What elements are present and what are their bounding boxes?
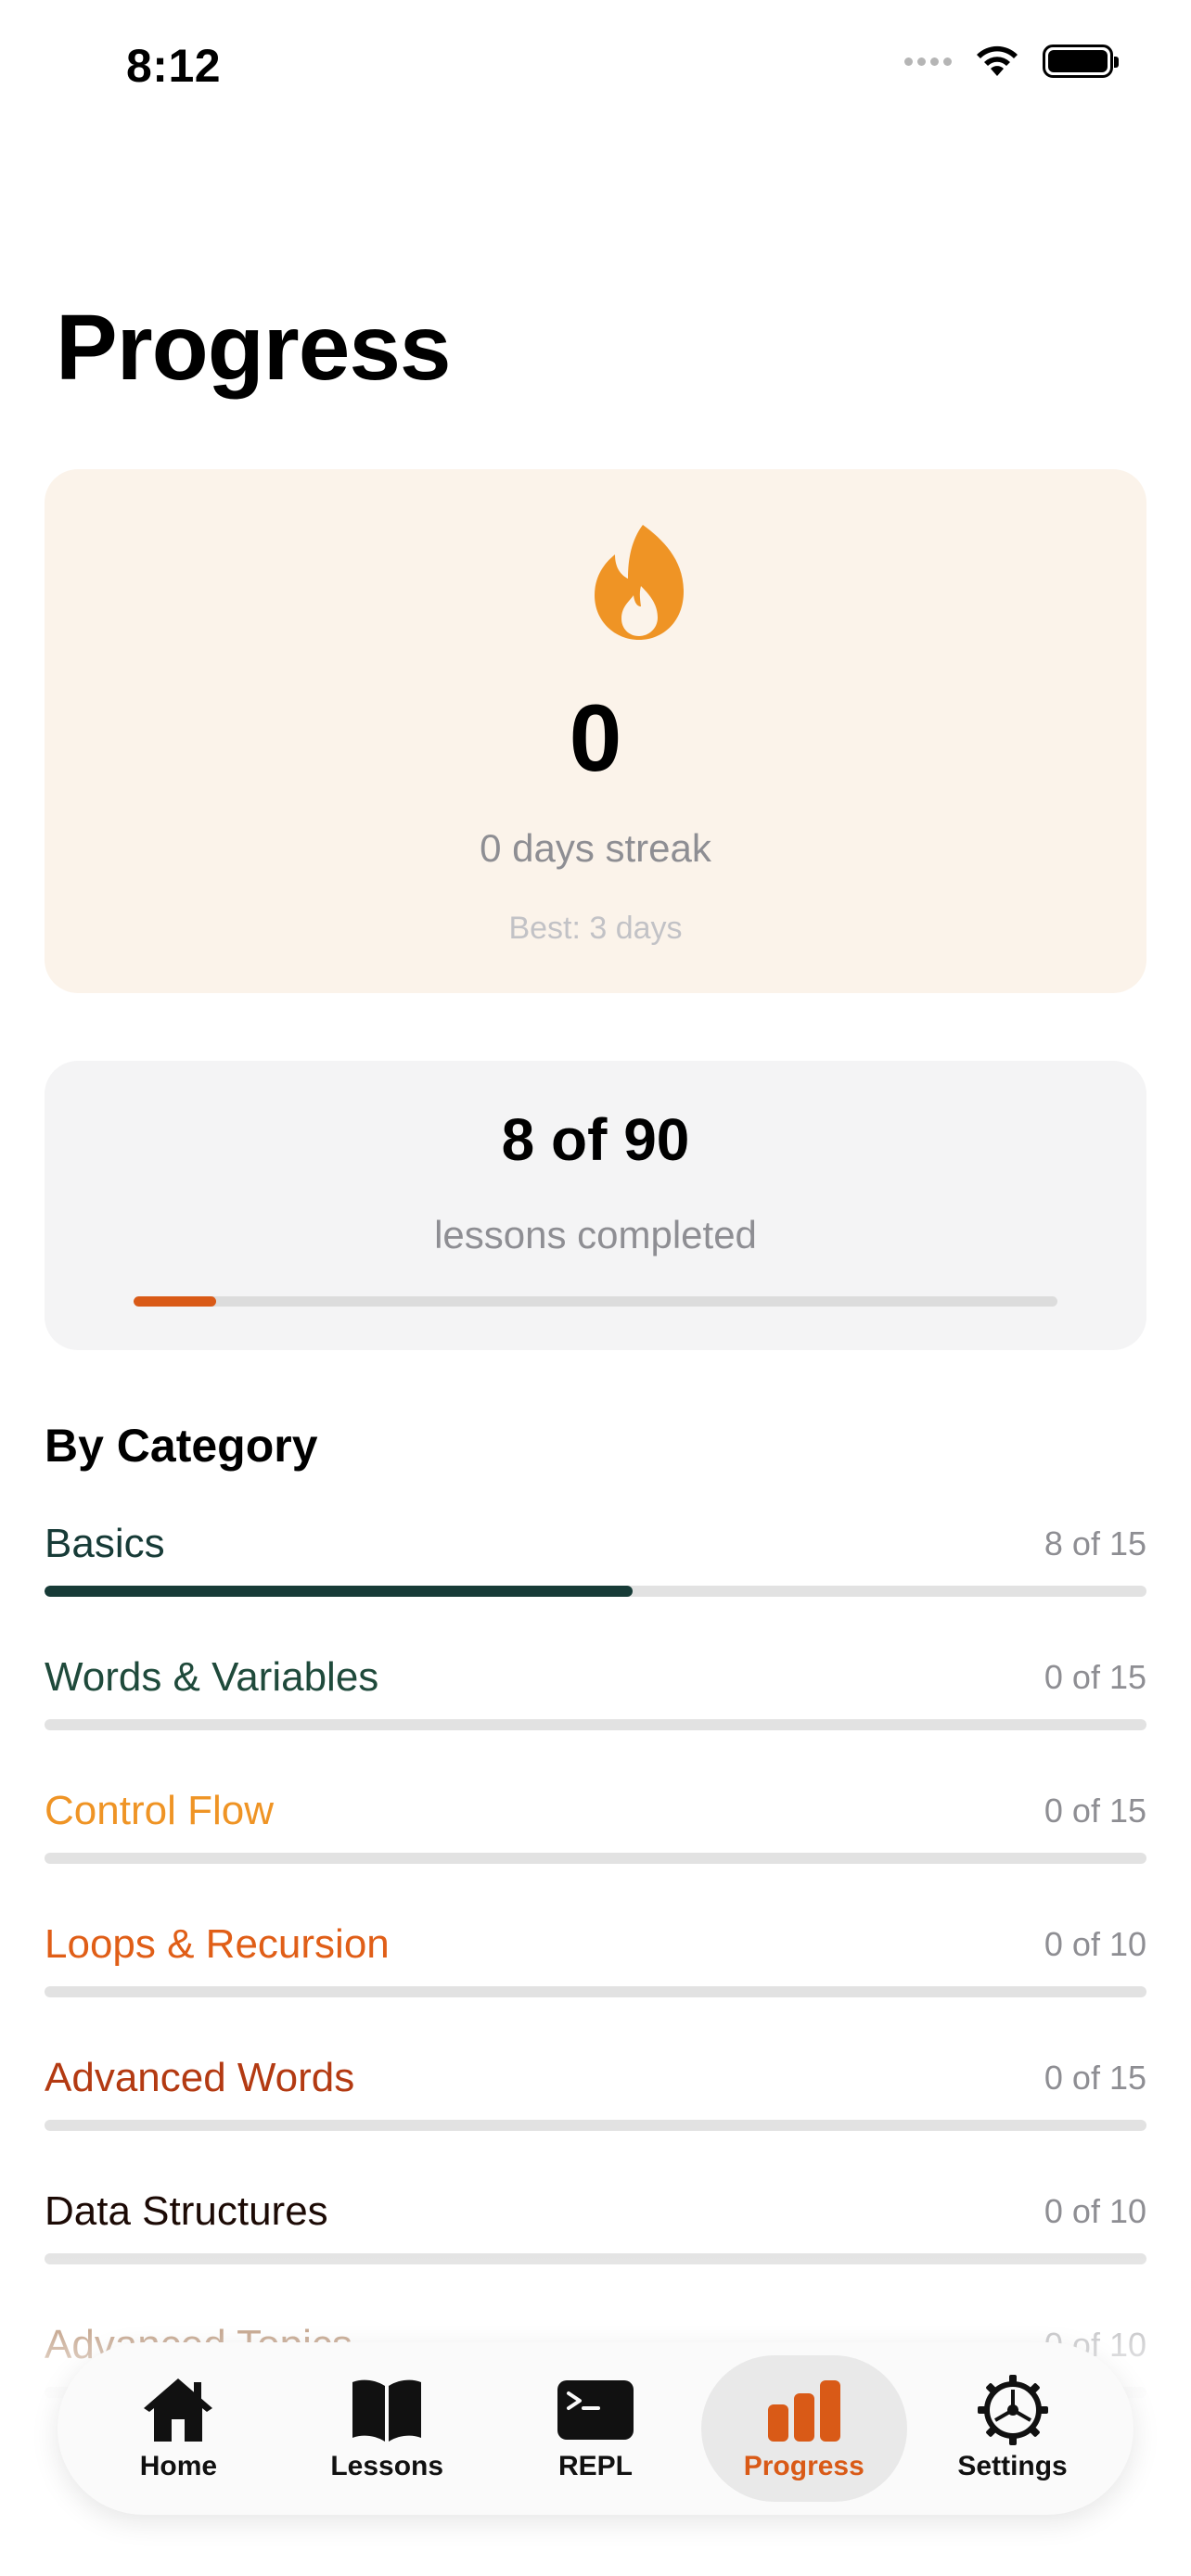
tab-repl[interactable]: REPL <box>493 2355 698 2502</box>
category-row: Basics 8 of 15 <box>45 1515 1146 1649</box>
streak-count: 0 <box>569 685 622 791</box>
wifi-icon <box>977 45 1018 76</box>
category-count: 0 of 15 <box>1044 2059 1146 2097</box>
status-bar: 8:12 <box>0 0 1191 130</box>
house-icon <box>144 2378 213 2442</box>
category-count: 0 of 10 <box>1044 1925 1146 1963</box>
category-count: 0 of 15 <box>1044 1792 1146 1830</box>
gear-icon <box>977 2375 1048 2445</box>
category-progress-bar <box>45 1586 1146 1597</box>
category-count: 0 of 15 <box>1044 1658 1146 1696</box>
category-progress-bar <box>45 1719 1146 1730</box>
tab-label: Settings <box>957 2451 1068 2481</box>
category-title: By Category <box>45 1420 318 1472</box>
category-progress-bar <box>45 2120 1146 2131</box>
category-row: Control Flow 0 of 15 <box>45 1782 1146 1916</box>
status-time: 8:12 <box>126 40 222 92</box>
book-icon <box>352 2379 422 2442</box>
category-progress-bar <box>45 2253 1146 2264</box>
lessons-count: 8 of 90 <box>501 1106 690 1173</box>
streak-card: 0 0 days streak Best: 3 days <box>45 469 1146 993</box>
category-name: Loops & Recursion <box>45 1921 390 1967</box>
tab-home[interactable]: Home <box>75 2355 281 2502</box>
category-count: 0 of 10 <box>1044 2192 1146 2230</box>
category-progress-fill <box>45 1586 633 1597</box>
tab-bar: Home Lessons REPL Progress Settings <box>58 2342 1133 2515</box>
category-name: Words & Variables <box>45 1654 379 1700</box>
lessons-card: 8 of 90 lessons completed <box>45 1061 1146 1350</box>
category-progress-bar <box>45 1853 1146 1864</box>
tab-settings[interactable]: Settings <box>910 2355 1116 2502</box>
category-name: Control Flow <box>45 1788 274 1833</box>
tab-label: Lessons <box>330 2451 444 2481</box>
streak-best: Best: 3 days <box>508 911 683 946</box>
status-icons <box>904 43 1119 80</box>
page-title: Progress <box>56 296 452 400</box>
tab-progress[interactable]: Progress <box>700 2355 907 2502</box>
tab-lessons[interactable]: Lessons <box>284 2355 490 2502</box>
battery-icon <box>1043 45 1119 78</box>
category-row: Data Structures 0 of 10 <box>45 2183 1146 2316</box>
category-row: Loops & Recursion 0 of 10 <box>45 1916 1146 2049</box>
tab-label: Home <box>139 2451 218 2481</box>
chart-bar-icon <box>767 2380 840 2442</box>
category-row: Advanced Words 0 of 15 <box>45 2049 1146 2183</box>
tab-label: REPL <box>557 2451 633 2481</box>
category-name: Advanced Words <box>45 2055 355 2100</box>
category-row: Words & Variables 0 of 15 <box>45 1649 1146 1782</box>
streak-label: 0 days streak <box>480 826 711 870</box>
lessons-progress-fill <box>134 1296 216 1307</box>
lessons-label: lessons completed <box>434 1213 757 1256</box>
category-progress-bar <box>45 1986 1146 1997</box>
terminal-icon <box>557 2380 634 2440</box>
category-count: 8 of 15 <box>1044 1524 1146 1562</box>
category-name: Basics <box>45 1521 165 1566</box>
category-name: Data Structures <box>45 2188 328 2234</box>
category-list: Basics 8 of 15 Words & Variables 0 of 15 Con… <box>45 1515 1146 2450</box>
lessons-progress-bar <box>134 1296 1057 1307</box>
flame-icon <box>595 525 684 640</box>
tab-label: Progress <box>743 2451 864 2481</box>
signal-icon <box>904 57 952 66</box>
